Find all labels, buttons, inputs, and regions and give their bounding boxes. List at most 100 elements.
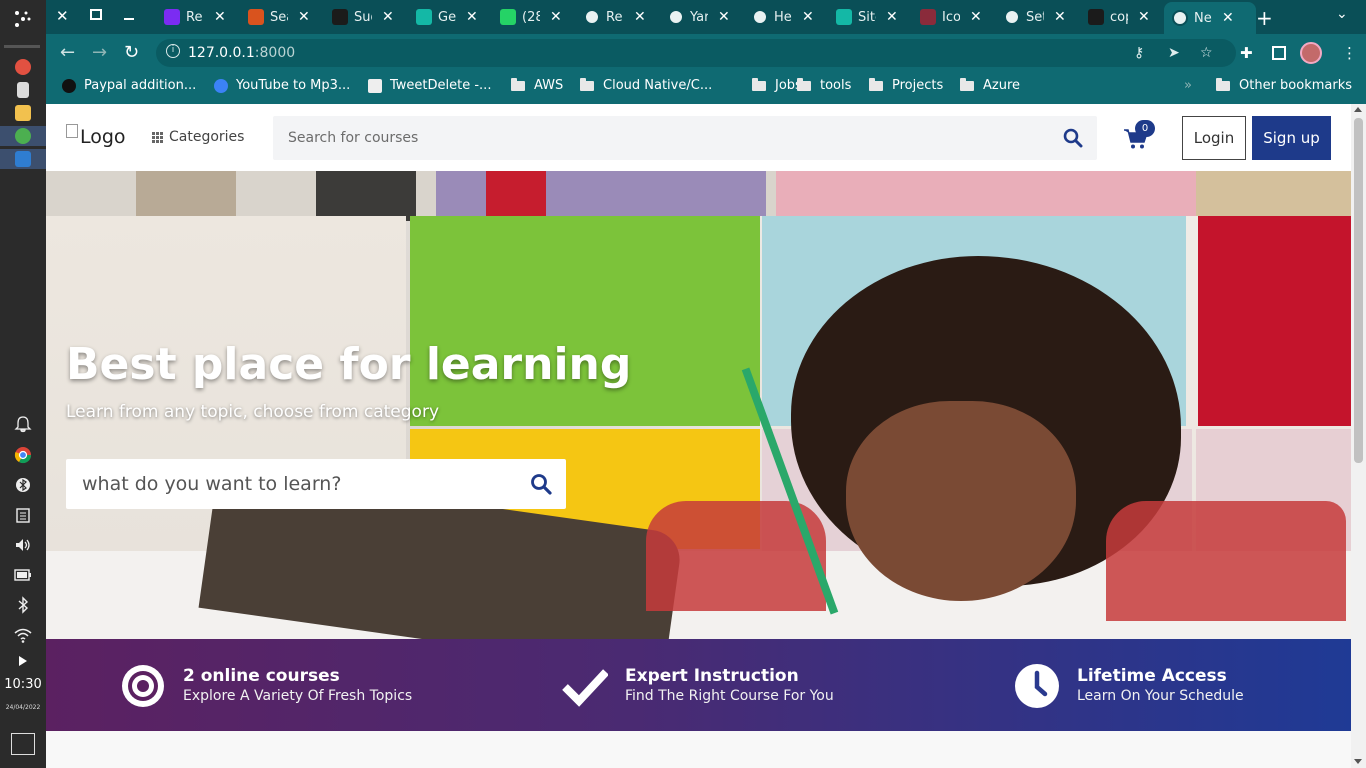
tab-search-icon[interactable]: ⌄: [1336, 6, 1348, 22]
battery-icon: [14, 569, 31, 581]
bookmark-item[interactable]: Paypal addition...: [62, 78, 196, 93]
browser-tab[interactable]: (28 ✕: [500, 4, 562, 30]
bookmark-item[interactable]: Azure: [960, 77, 1020, 93]
browser-tab[interactable]: Re ✕: [164, 4, 226, 30]
browser-tab[interactable]: Site ✕: [836, 4, 898, 30]
bookmark-item[interactable]: TweetDelete -...: [368, 78, 491, 93]
login-button[interactable]: Login: [1182, 116, 1246, 160]
close-tab-icon[interactable]: ✕: [970, 9, 982, 25]
bookmarks-overflow[interactable]: »: [1184, 78, 1192, 93]
site-info-icon[interactable]: i: [166, 44, 180, 58]
scroll-up-icon[interactable]: [1354, 107, 1362, 112]
web-page: Logo Categories 0 Login Sign up: [46, 104, 1351, 768]
browser-tab[interactable]: Ge ✕: [416, 4, 478, 30]
browser-tab[interactable]: Sug ✕: [332, 4, 394, 30]
other-bookmarks[interactable]: Other bookmarks: [1216, 77, 1352, 93]
browser-tab[interactable]: Sea ✕: [248, 4, 310, 30]
tray-volume[interactable]: [0, 536, 46, 554]
signup-button[interactable]: Sign up: [1252, 116, 1331, 160]
back-icon[interactable]: ←: [60, 42, 75, 63]
tab-favicon-icon: [164, 9, 180, 25]
bookmark-item[interactable]: tools: [797, 77, 851, 93]
hero-title: Best place for learning: [66, 339, 632, 390]
tab-title: Ne: [1194, 10, 1212, 26]
close-tab-icon[interactable]: ✕: [466, 9, 478, 25]
browser-tab[interactable]: cop ✕: [1088, 4, 1150, 30]
show-desktop-button[interactable]: [0, 733, 46, 755]
browser-tab[interactable]: Yar ✕: [668, 4, 730, 30]
bookmark-item[interactable]: Projects: [869, 77, 943, 93]
url-text[interactable]: 127.0.0.1:8000: [188, 45, 295, 61]
tray-wifi[interactable]: [0, 626, 46, 644]
course-search-input[interactable]: [288, 116, 1048, 160]
address-bar[interactable]: i 127.0.0.1:8000 ⚷ ➤ ☆: [156, 39, 1236, 67]
bookmarks-bar: Paypal addition... YouTube to Mp3... Tweet…: [46, 72, 1366, 104]
tray-bluetooth-app[interactable]: [0, 476, 46, 494]
send-icon[interactable]: ➤: [1168, 45, 1180, 61]
browser-tab[interactable]: Set ✕: [1004, 4, 1066, 30]
bookmark-item[interactable]: AWS: [511, 77, 563, 93]
restore-window-icon[interactable]: [90, 9, 102, 20]
url-port: :8000: [254, 45, 296, 61]
tray-chrome[interactable]: [0, 446, 46, 464]
close-tab-icon[interactable]: ✕: [886, 9, 898, 25]
hero-search-input[interactable]: [82, 459, 512, 509]
categories-label: Categories: [169, 129, 245, 145]
new-tab-icon[interactable]: +: [1256, 6, 1273, 30]
tab-title: cop: [1110, 9, 1128, 25]
forward-icon[interactable]: →: [92, 42, 107, 63]
logo-alt-text: Logo: [80, 126, 126, 148]
tray-expand[interactable]: [0, 655, 46, 667]
folder-icon: [960, 77, 974, 91]
tab-favicon-icon: [668, 9, 684, 25]
dock-app-2[interactable]: [0, 82, 46, 98]
close-tab-icon[interactable]: ✕: [1138, 9, 1150, 25]
close-tab-icon[interactable]: ✕: [1222, 10, 1234, 26]
bookmark-item[interactable]: Jobs: [752, 77, 802, 93]
extensions-icon[interactable]: ✚: [1240, 44, 1253, 62]
close-tab-icon[interactable]: ✕: [214, 9, 226, 25]
side-panel-icon[interactable]: [1272, 46, 1286, 60]
reload-icon[interactable]: ↻: [124, 42, 139, 63]
close-tab-icon[interactable]: ✕: [718, 9, 730, 25]
close-window-icon[interactable]: ✕: [56, 7, 69, 25]
search-icon[interactable]: [530, 473, 552, 495]
hero-red-panel: [1198, 216, 1351, 426]
browser-tab[interactable]: Ne ✕: [1164, 2, 1256, 34]
close-tab-icon[interactable]: ✕: [634, 9, 646, 25]
bookmark-item[interactable]: Cloud Native/C...: [580, 77, 712, 93]
browser-tab[interactable]: Hel ✕: [752, 4, 814, 30]
dock-app-chrome[interactable]: [0, 126, 46, 146]
dock-app-3[interactable]: [0, 105, 46, 121]
volume-icon: [16, 539, 30, 551]
tray-battery[interactable]: [0, 566, 46, 584]
notifications-button[interactable]: [0, 415, 46, 433]
page-scrollbar[interactable]: [1351, 104, 1366, 768]
tab-title: Sug: [354, 9, 372, 25]
browser-tab[interactable]: Ico ✕: [920, 4, 982, 30]
star-icon[interactable]: ☆: [1200, 45, 1213, 61]
browser-tab[interactable]: Re ✕: [584, 4, 646, 30]
scrollbar-thumb[interactable]: [1354, 118, 1363, 463]
close-tab-icon[interactable]: ✕: [550, 9, 562, 25]
minimize-window-icon[interactable]: [124, 18, 134, 20]
clock[interactable]: 10:30: [0, 677, 46, 692]
hero-banner: Best place for learning Learn from any t…: [46, 171, 1351, 639]
close-tab-icon[interactable]: ✕: [382, 9, 394, 25]
menu-icon[interactable]: ⋮: [1342, 44, 1357, 62]
activities-button[interactable]: [0, 8, 46, 30]
bookmark-item[interactable]: YouTube to Mp3...: [214, 78, 350, 93]
tray-clipboard[interactable]: [0, 506, 46, 524]
profile-avatar[interactable]: [1300, 42, 1322, 64]
scroll-down-icon[interactable]: [1354, 759, 1362, 764]
tray-bluetooth[interactable]: [0, 596, 46, 614]
search-icon[interactable]: [1063, 128, 1083, 148]
categories-menu[interactable]: Categories: [152, 129, 244, 145]
close-tab-icon[interactable]: ✕: [802, 9, 814, 25]
close-tab-icon[interactable]: ✕: [298, 9, 310, 25]
close-tab-icon[interactable]: ✕: [1054, 9, 1066, 25]
dock-app-1[interactable]: [0, 59, 46, 75]
site-logo[interactable]: Logo: [66, 124, 126, 148]
dock-app-vscode[interactable]: [0, 149, 46, 169]
key-icon[interactable]: ⚷: [1134, 45, 1144, 61]
